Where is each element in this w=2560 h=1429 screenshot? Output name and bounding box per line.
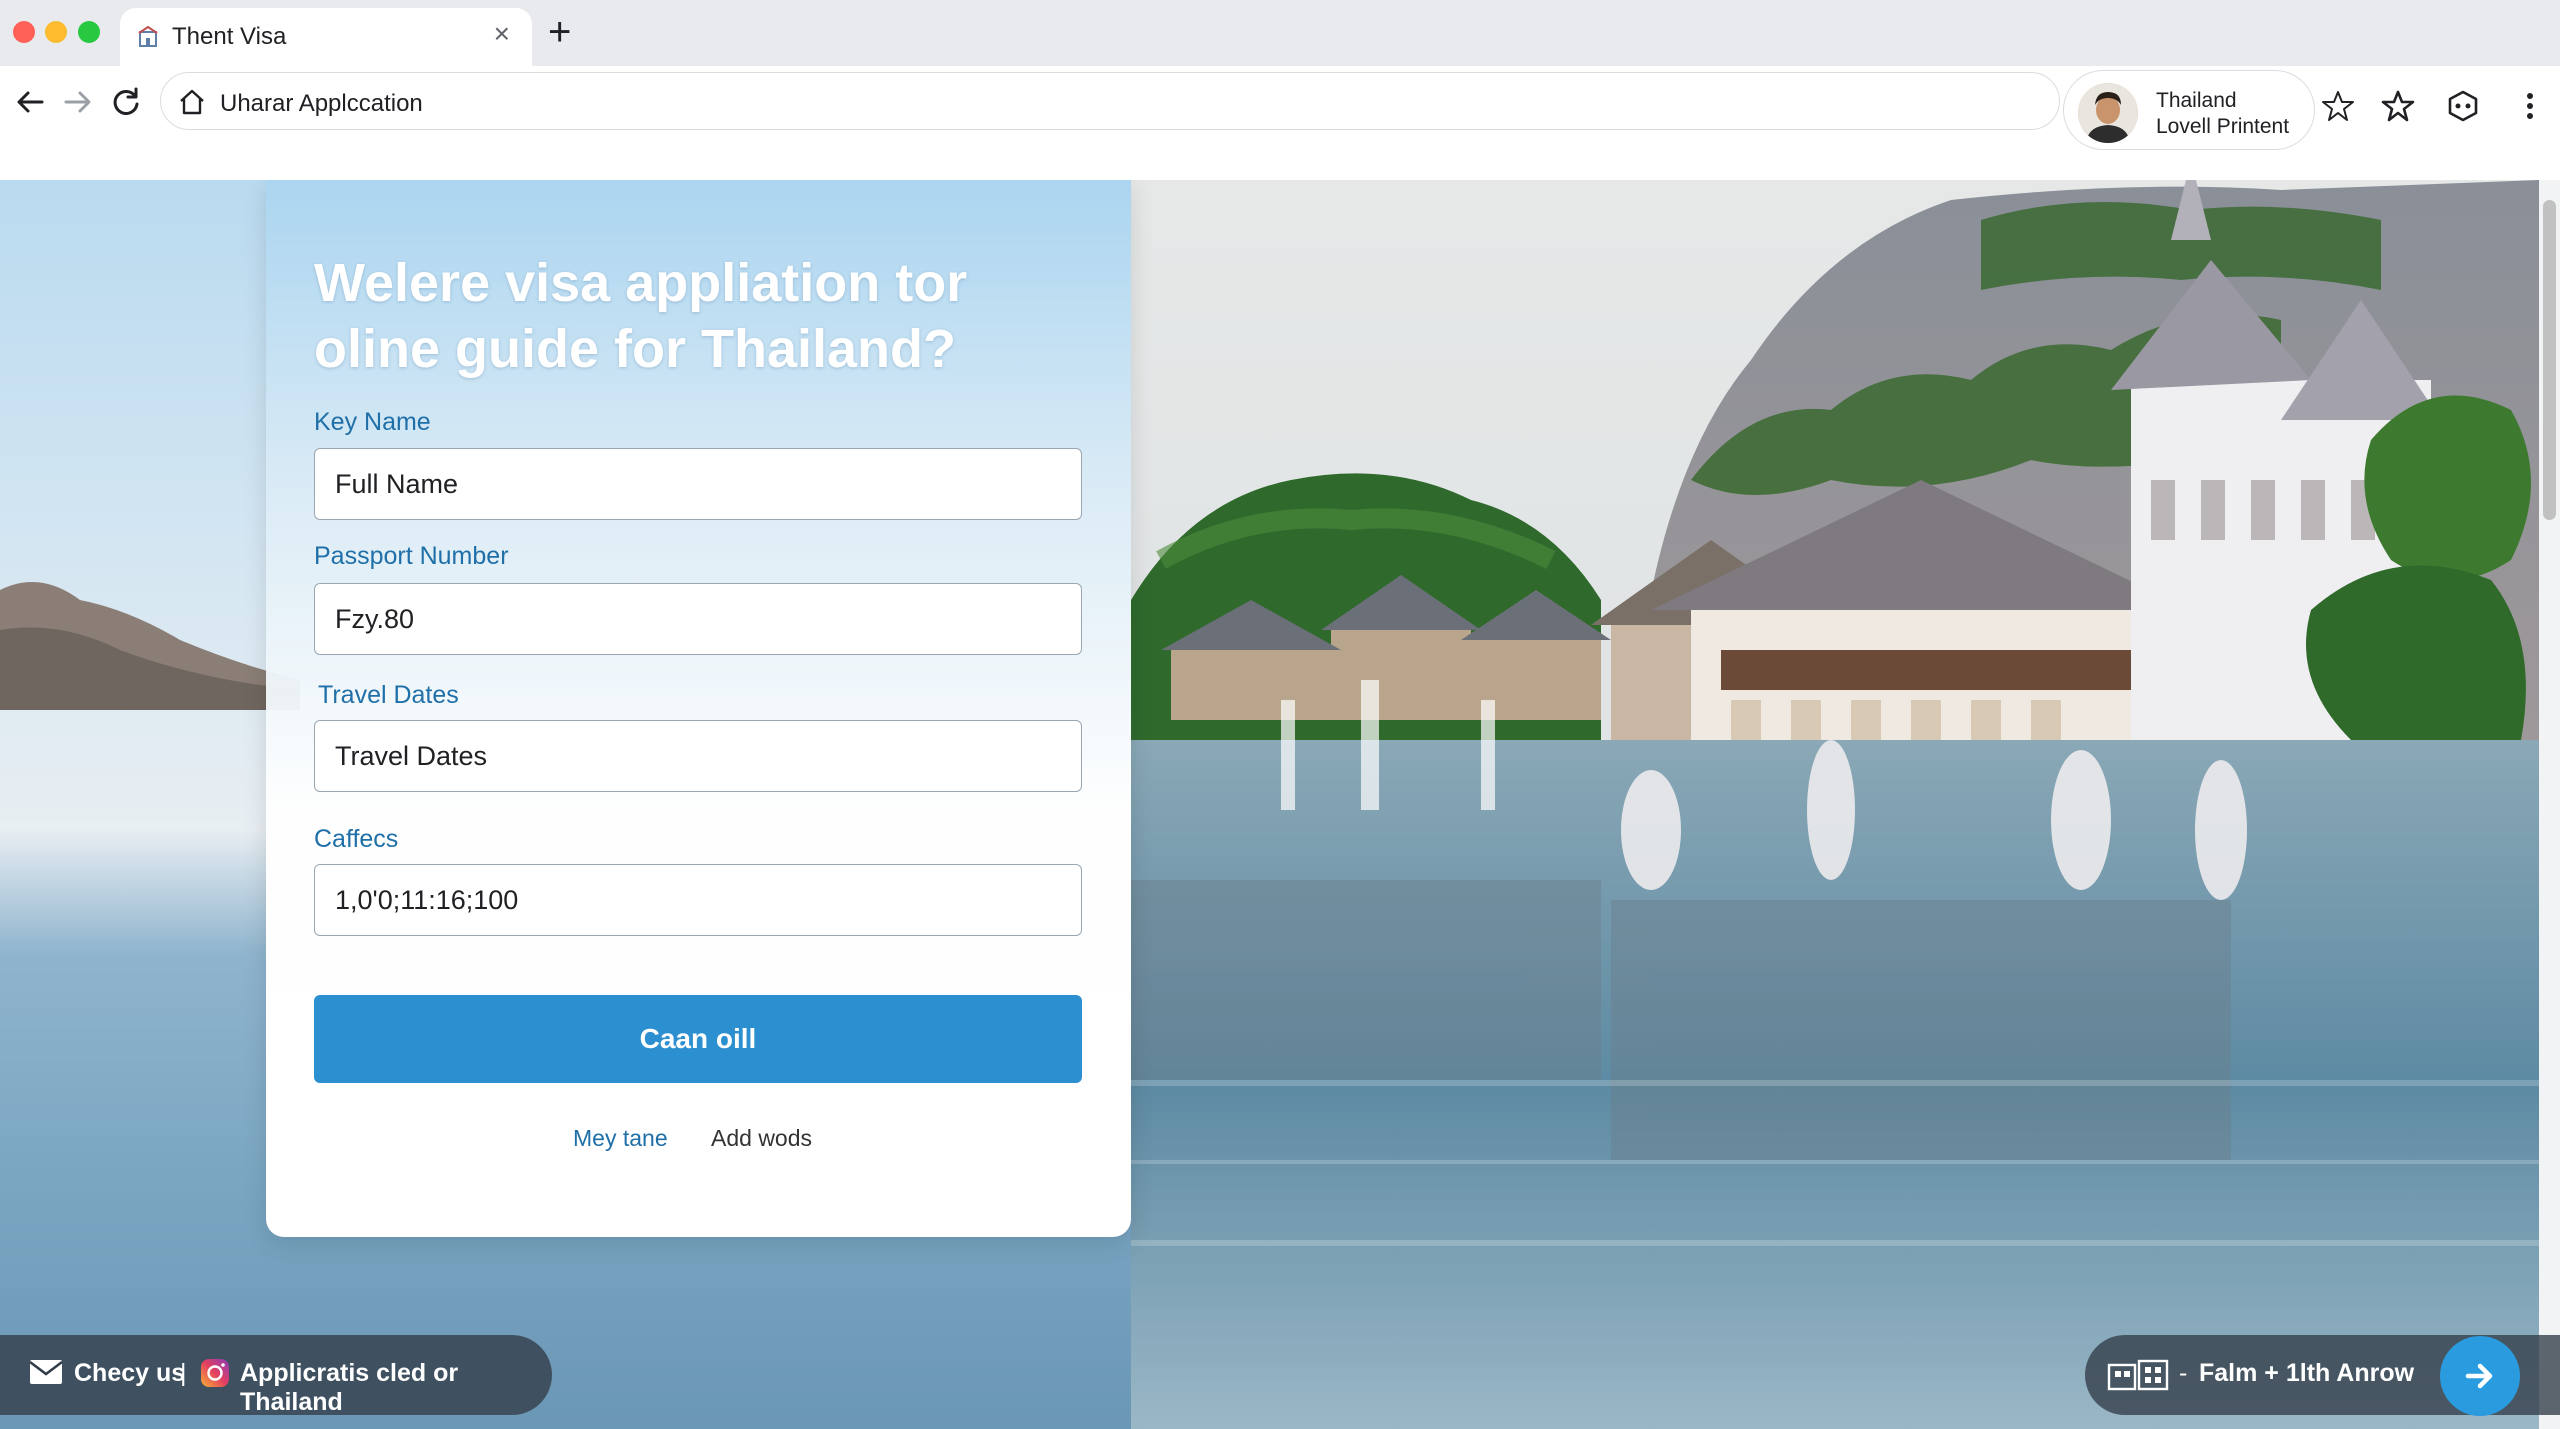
profile-subtitle: Lovell Printent [2156, 115, 2290, 138]
avatar [2078, 83, 2138, 143]
tab-close-icon[interactable]: × [494, 20, 510, 48]
next-arrow-button[interactable] [2440, 1336, 2520, 1416]
key-name-label: Key Name [314, 408, 431, 436]
application-link[interactable]: Applicratis cled or Thailand [240, 1359, 552, 1417]
building-icon [2107, 1359, 2169, 1391]
reload-icon[interactable] [108, 84, 144, 120]
submit-button[interactable]: Caan oill [314, 995, 1082, 1083]
arrow-right-icon [2465, 1363, 2493, 1389]
window-zoom-button[interactable] [78, 21, 100, 43]
instagram-icon [201, 1359, 229, 1387]
primary-link[interactable]: Mey tane [573, 1125, 668, 1152]
star-outline-icon[interactable] [2320, 88, 2356, 124]
address-bar[interactable]: Uharar Applccation [160, 72, 2060, 130]
page-content: Welere visa appliation tor oline guide f… [0, 180, 2560, 1429]
scrollbar-thumb[interactable] [2543, 200, 2556, 520]
key-name-input[interactable] [314, 448, 1082, 520]
travel-dates-label: Travel Dates [318, 681, 459, 709]
favicon-icon [138, 25, 158, 47]
thailand-scene-image [1131, 180, 2539, 1429]
travel-dates-input[interactable] [314, 720, 1082, 792]
passport-number-input[interactable] [314, 583, 1082, 655]
caffecs-input[interactable] [314, 864, 1082, 936]
browser-tab[interactable]: Thent Visa × [120, 8, 532, 66]
new-tab-button[interactable]: + [548, 12, 571, 52]
back-arrow-icon[interactable] [12, 84, 48, 120]
footer-right-text[interactable]: Falm + 1lth Anrow [2199, 1359, 2414, 1388]
page-scrollbar[interactable] [2539, 180, 2560, 1429]
window-minimize-button[interactable] [45, 21, 67, 43]
footer-dash: - [2179, 1359, 2188, 1387]
caffecs-label: Caffecs [314, 825, 399, 853]
profile-chip[interactable]: Thailand Lovell Printent [2063, 70, 2315, 150]
extension-icon[interactable] [2445, 88, 2481, 124]
profile-name: Thailand [2156, 89, 2237, 112]
browser-toolbar: Uharar Applccation Thailand Lovell Print… [0, 66, 2560, 180]
footer-separator: | [180, 1359, 187, 1387]
passport-number-label: Passport Number [314, 542, 509, 570]
contact-link[interactable]: Checy us [74, 1359, 185, 1388]
forward-arrow-icon[interactable] [60, 84, 96, 120]
home-icon[interactable] [177, 87, 207, 117]
tab-bar: Thent Visa × + [0, 0, 2560, 66]
form-title: Welere visa appliation tor oline guide f… [314, 253, 968, 379]
mountain-illustration [0, 582, 300, 710]
window-close-button[interactable] [13, 21, 35, 43]
footer-left-bar: Checy us | Applicratis cled or Thailand [0, 1335, 552, 1417]
star-icon[interactable] [2380, 88, 2416, 124]
mail-icon [29, 1360, 63, 1384]
tab-title: Thent Visa [172, 23, 287, 50]
secondary-link[interactable]: Add wods [711, 1125, 812, 1152]
menu-dots-icon[interactable] [2512, 88, 2548, 124]
address-text: Uharar Applccation [220, 90, 423, 117]
visa-application-card: Welere visa appliation tor oline guide f… [266, 180, 1131, 1237]
